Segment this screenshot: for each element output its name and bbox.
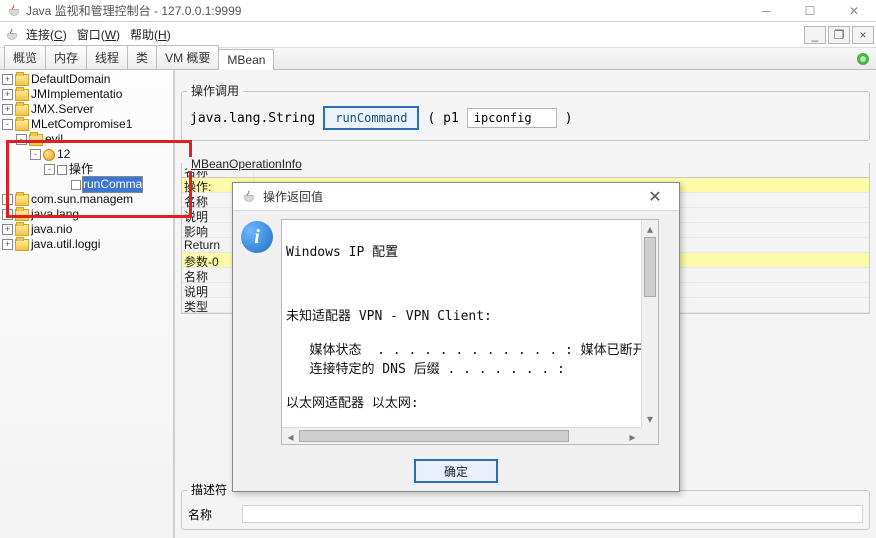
minimize-button[interactable]: ─ [744, 0, 788, 22]
folder-icon [15, 89, 29, 101]
folder-icon [15, 194, 29, 206]
info-icon: i [241, 221, 273, 253]
return-type-label: java.lang.String [190, 111, 315, 126]
folder-icon [15, 209, 29, 221]
tab-概览[interactable]: 概览 [4, 45, 46, 69]
inner-close-button[interactable]: × [852, 26, 874, 44]
tree-item-label: com.sun.managem [31, 192, 133, 207]
window-title: Java 监视和管理控制台 - 127.0.0.1:9999 [26, 2, 241, 19]
java-icon [241, 189, 257, 205]
bean-icon [43, 149, 55, 161]
expand-icon[interactable]: + [2, 239, 13, 250]
return-value-textarea[interactable]: Windows IP 配置 未知适配器 VPN - VPN Client: 媒体… [281, 219, 659, 445]
descriptor-name-field[interactable] [242, 505, 863, 523]
folder-icon [15, 224, 29, 236]
tab-MBean[interactable]: MBean [218, 49, 274, 70]
tree-item[interactable]: + JMImplementatio [2, 87, 173, 102]
tree-item[interactable]: + JMX.Server [2, 102, 173, 117]
folder-icon [15, 104, 29, 116]
expand-icon[interactable]: + [2, 209, 13, 220]
inner-minimize-button[interactable]: _ [804, 26, 826, 44]
java-icon [6, 3, 22, 19]
operation-invoke-title: 操作调用 [187, 82, 243, 99]
dialog-title: 操作返回值 [263, 188, 639, 205]
tree-item-label: java.nio [31, 222, 72, 237]
menu-window[interactable]: 窗口(W) [77, 26, 120, 43]
tree-item-label: MLetCompromise1 [31, 117, 132, 132]
folder-icon [15, 74, 29, 86]
maximize-button[interactable]: ☐ [788, 0, 832, 22]
collapse-icon[interactable]: - [2, 119, 13, 130]
tab-bar: 概览内存线程类VM 概要MBean [0, 48, 876, 70]
collapse-icon[interactable]: - [16, 134, 27, 145]
expand-icon[interactable]: + [2, 194, 13, 205]
scrollbar-thumb[interactable] [299, 430, 569, 442]
tree-item[interactable]: - evil [2, 132, 173, 147]
tree-item[interactable]: - 操作 [2, 162, 173, 177]
tree-item[interactable]: - 12 [2, 147, 173, 162]
tree-item-label: JMImplementatio [31, 87, 122, 102]
descriptor-title: 描述符 [187, 481, 231, 498]
tree-item-label: java.lang [31, 207, 79, 222]
folder-icon [29, 134, 43, 146]
tree-item-label: 12 [57, 147, 70, 162]
tree-item[interactable]: + DefaultDomain [2, 72, 173, 87]
param-open: ( p1 [427, 111, 458, 126]
folder-icon [15, 239, 29, 251]
collapse-icon[interactable]: - [30, 149, 41, 160]
tree-item[interactable]: + java.util.loggi [2, 237, 173, 252]
tab-VM 概要[interactable]: VM 概要 [156, 45, 219, 69]
mbean-tree[interactable]: + DefaultDomain + JMImplementatio + JMX.Serve… [0, 70, 173, 252]
expand-icon[interactable]: + [2, 74, 13, 85]
return-value-dialog: 操作返回值 ✕ i Windows IP 配置 未知适配器 VPN - VPN … [232, 182, 680, 492]
ok-button[interactable]: 确定 [414, 459, 498, 483]
expand-icon[interactable]: + [2, 104, 13, 115]
tree-item-label: evil [45, 132, 63, 147]
tree-item-label: 操作 [69, 162, 93, 177]
param-close: ) [565, 111, 573, 126]
run-command-button[interactable]: runCommand [323, 106, 419, 130]
leaf-icon [71, 180, 81, 190]
param-p1-input[interactable] [467, 108, 557, 128]
close-button[interactable]: ✕ [832, 0, 876, 22]
tree-item[interactable]: + java.nio [2, 222, 173, 237]
mbean-operation-info-title: MBeanOperationInfo [187, 157, 306, 171]
scrollbar-thumb[interactable] [644, 237, 656, 297]
menu-help[interactable]: 帮助(H) [130, 26, 171, 43]
tree-item[interactable]: runComma [2, 177, 173, 192]
horizontal-scrollbar[interactable]: ◂ ▸ [282, 427, 641, 444]
vertical-scrollbar[interactable]: ▴ ▾ [641, 220, 658, 427]
tree-item[interactable]: + java.lang [2, 207, 173, 222]
expand-icon[interactable]: + [2, 89, 13, 100]
menu-connect[interactable]: 连接(C) [26, 26, 67, 43]
tree-item-label: DefaultDomain [31, 72, 110, 87]
descriptor-name-label: 名称 [188, 506, 236, 523]
leaf-icon [57, 165, 67, 175]
collapse-icon[interactable]: - [44, 164, 55, 175]
row-value [254, 163, 869, 177]
connection-status-icon [856, 52, 870, 66]
tree-item-label: JMX.Server [31, 102, 94, 117]
tree-item[interactable]: + com.sun.managem [2, 192, 173, 207]
tree-item-label: runComma [83, 177, 142, 192]
tree-item-label: java.util.loggi [31, 237, 100, 252]
tab-线程[interactable]: 线程 [86, 45, 128, 69]
folder-icon [15, 119, 29, 131]
inner-restore-button[interactable]: ❐ [828, 26, 850, 44]
java-icon [4, 27, 20, 43]
tab-类[interactable]: 类 [127, 45, 157, 69]
dialog-close-button[interactable]: ✕ [639, 187, 671, 207]
tree-item[interactable]: - MLetCompromise1 [2, 117, 173, 132]
expand-icon[interactable]: + [2, 224, 13, 235]
tab-内存[interactable]: 内存 [45, 45, 87, 69]
